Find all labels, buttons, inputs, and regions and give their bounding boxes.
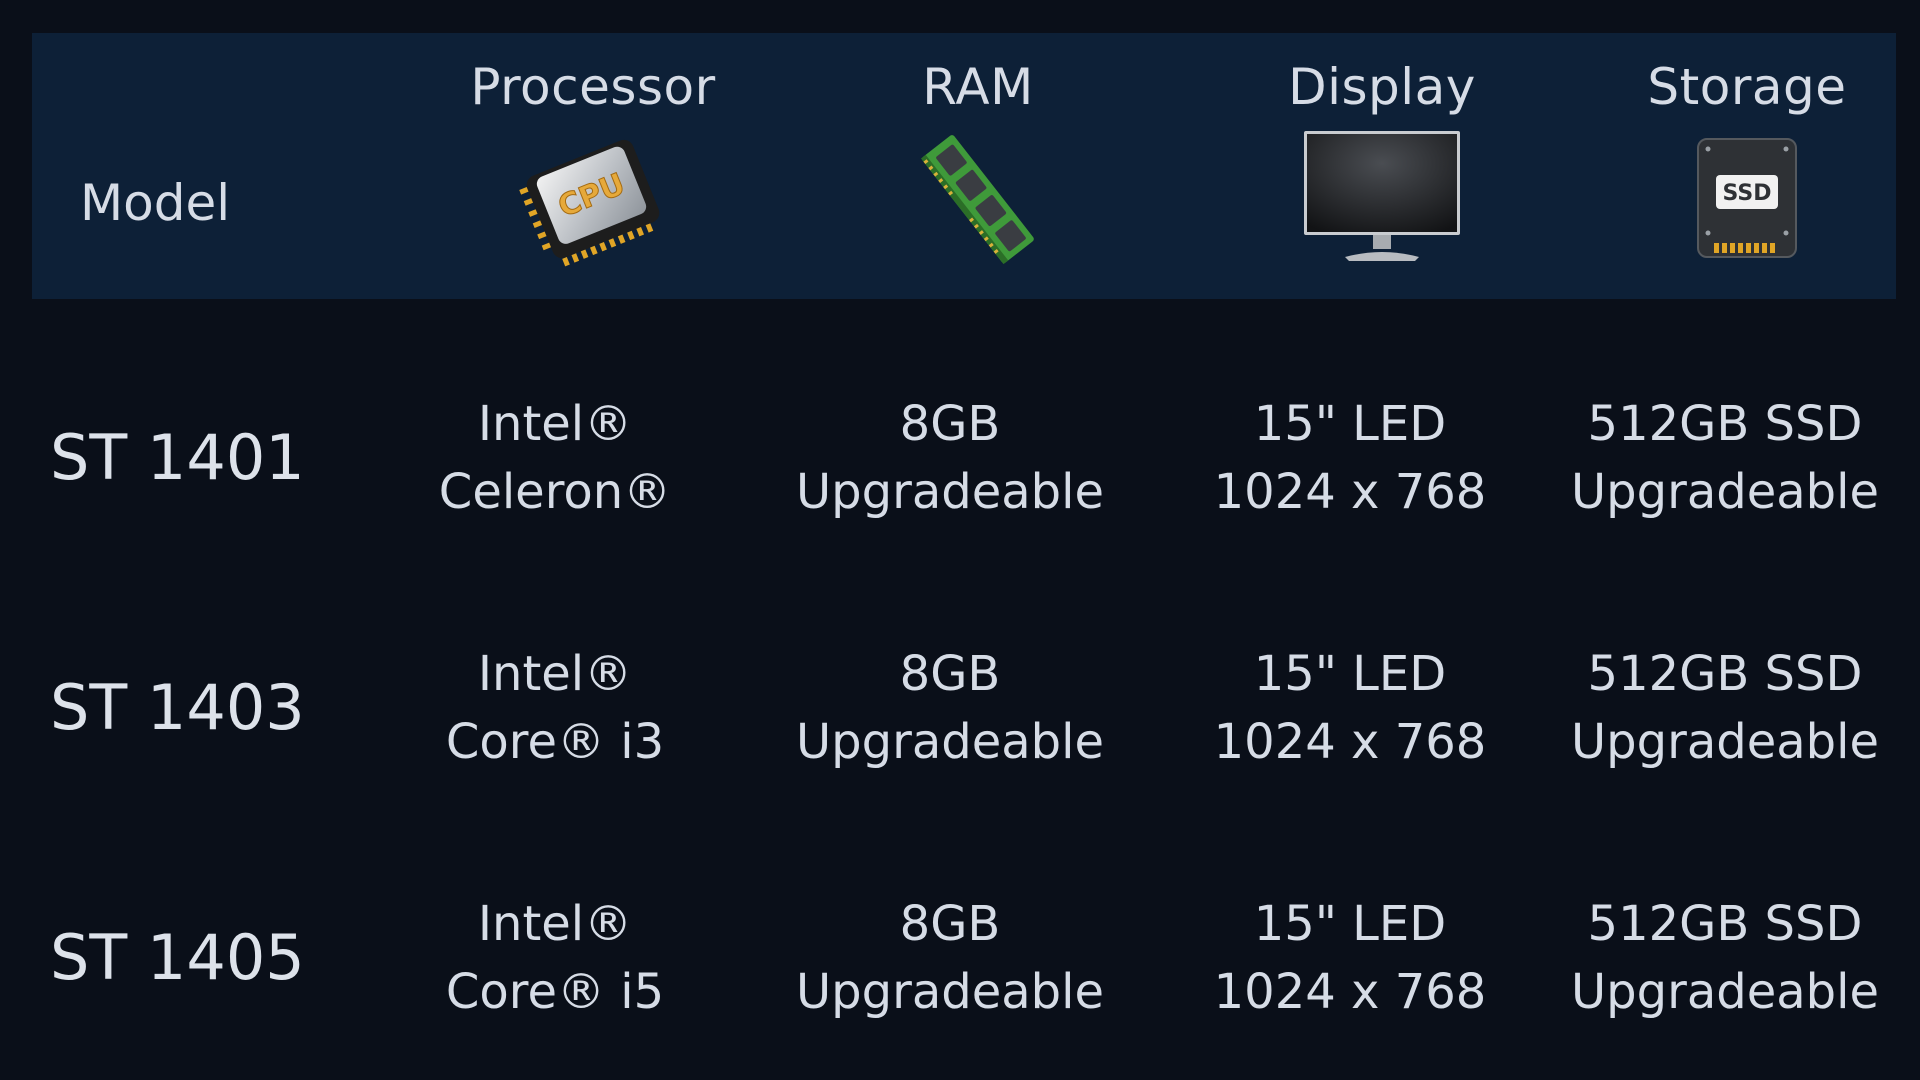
monitor-icon [1297,129,1467,269]
ram-column-header: RAM [818,33,1138,299]
svg-text:SSD: SSD [1723,181,1772,206]
table-header: Model Processor CPU RAM Display Storage … [32,33,1896,299]
ram-cell: 8GB Upgradeable [796,396,1104,520]
ram-header-label: RAM [922,58,1034,116]
display-column-header: Display [1222,33,1542,299]
storage-cell: 512GB SSD Upgradeable [1571,646,1879,770]
cpu-chip-icon: CPU [508,129,678,269]
ram-cell: 8GB Upgradeable [796,646,1104,770]
model-name: ST 1403 [50,671,305,744]
model-column-header: Model [80,174,231,232]
table-row: ST 1403 Intel® Core® i3 8GB Upgradeable … [0,608,1920,858]
storage-column-header: Storage SSD [1582,33,1912,299]
processor-column-header: Processor CPU [428,33,758,299]
display-cell: 15" LED 1024 x 768 [1213,396,1487,520]
table-row: ST 1401 Intel® Celeron® 8GB Upgradeable … [0,358,1920,608]
model-name: ST 1405 [50,921,305,994]
display-cell: 15" LED 1024 x 768 [1213,896,1487,1020]
ram-cell: 8GB Upgradeable [796,896,1104,1020]
processor-cell: Intel® Celeron® [438,396,672,520]
model-name: ST 1401 [50,421,305,494]
ram-module-icon [893,129,1063,269]
storage-cell: 512GB SSD Upgradeable [1571,896,1879,1020]
spec-comparison-page: Model Processor CPU RAM Display Storage … [0,0,1920,1080]
display-cell: 15" LED 1024 x 768 [1213,646,1487,770]
ssd-drive-icon: SSD [1662,129,1832,269]
storage-header-label: Storage [1647,58,1847,116]
table-row: ST 1405 Intel® Core® i5 8GB Upgradeable … [0,858,1920,1080]
storage-cell: 512GB SSD Upgradeable [1571,396,1879,520]
processor-header-label: Processor [470,58,716,116]
processor-cell: Intel® Core® i5 [445,896,665,1020]
display-header-label: Display [1288,58,1476,116]
processor-cell: Intel® Core® i3 [445,646,665,770]
